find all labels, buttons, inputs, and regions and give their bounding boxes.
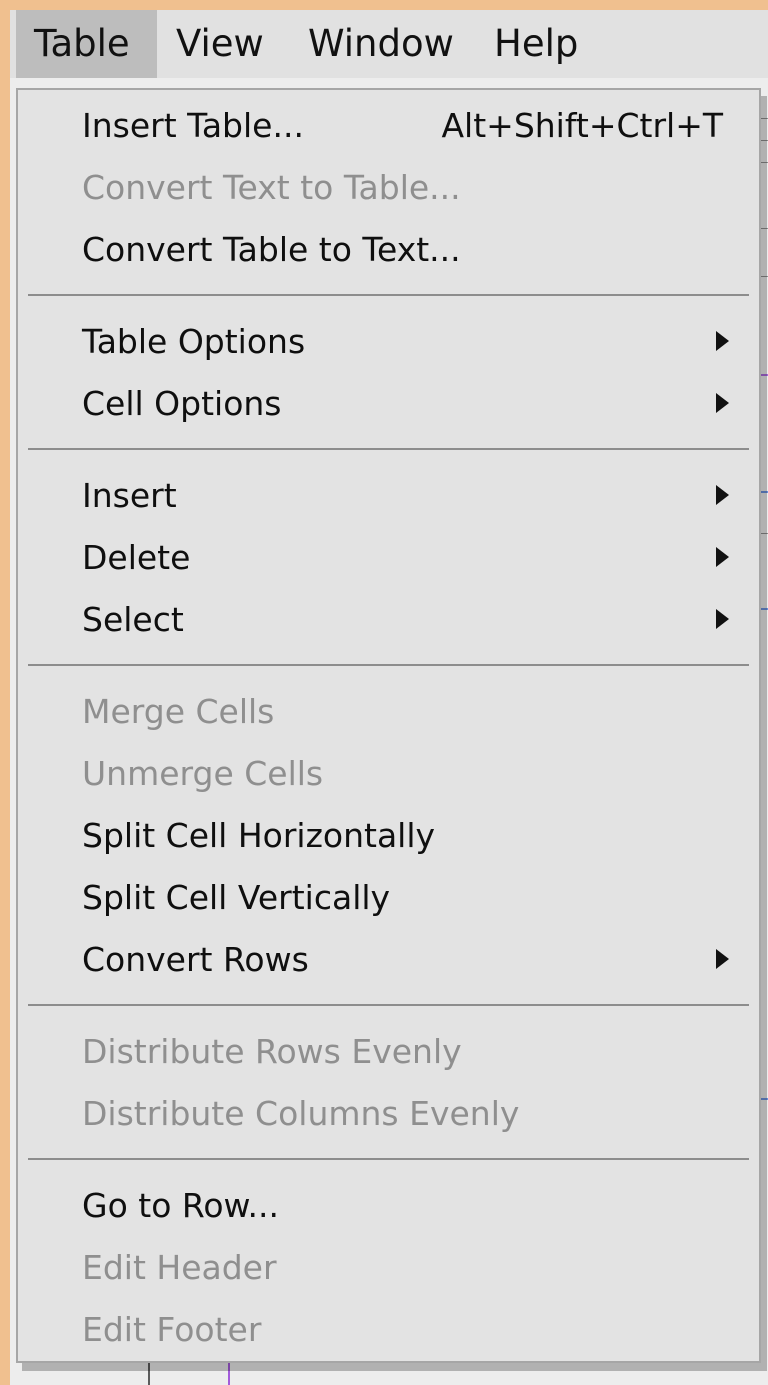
menu-item-convert-text-to-table[interactable]: Convert Text to Table... xyxy=(18,156,759,218)
menu-separator xyxy=(18,650,759,680)
menubar-item-table[interactable]: Table xyxy=(16,10,157,78)
app-window: Table View Window Help Insert Table... A… xyxy=(10,10,768,1385)
menu-item-label: Delete xyxy=(82,537,191,577)
menu-item-convert-rows[interactable]: Convert Rows xyxy=(18,928,759,990)
menu-item-unmerge-cells[interactable]: Unmerge Cells xyxy=(18,742,759,804)
menu-item-insert[interactable]: Insert xyxy=(18,464,759,526)
menu-separator xyxy=(18,990,759,1020)
menu-item-go-to-row[interactable]: Go to Row... xyxy=(18,1174,759,1236)
menu-item-label: Edit Footer xyxy=(82,1309,262,1349)
menu-item-shortcut: Alt+Shift+Ctrl+T xyxy=(441,105,723,145)
menu-item-merge-cells[interactable]: Merge Cells xyxy=(18,680,759,742)
menu-bar: Table View Window Help xyxy=(10,10,768,79)
submenu-arrow-icon xyxy=(716,949,729,969)
menu-separator xyxy=(18,280,759,310)
menu-group-3: Insert Delete Select xyxy=(18,464,759,650)
menu-item-label: Merge Cells xyxy=(82,691,275,731)
menu-item-label: Cell Options xyxy=(82,383,282,423)
menu-item-edit-footer[interactable]: Edit Footer xyxy=(18,1298,759,1360)
menu-item-edit-header[interactable]: Edit Header xyxy=(18,1236,759,1298)
menu-item-convert-table-to-text[interactable]: Convert Table to Text... xyxy=(18,218,759,280)
menu-group-1: Insert Table... Alt+Shift+Ctrl+T Convert… xyxy=(18,90,759,280)
submenu-arrow-icon xyxy=(716,609,729,629)
menu-item-label: Insert Table... xyxy=(82,105,304,145)
submenu-arrow-icon xyxy=(716,393,729,413)
menu-group-2: Table Options Cell Options xyxy=(18,310,759,434)
menu-item-delete[interactable]: Delete xyxy=(18,526,759,588)
menu-item-select[interactable]: Select xyxy=(18,588,759,650)
menu-item-table-options[interactable]: Table Options xyxy=(18,310,759,372)
menu-item-label: Convert Rows xyxy=(82,939,309,979)
menu-separator xyxy=(18,434,759,464)
menu-item-label: Table Options xyxy=(82,321,306,361)
menu-item-label: Edit Header xyxy=(82,1247,277,1287)
menu-item-label: Unmerge Cells xyxy=(82,753,324,793)
menu-item-label: Go to Row... xyxy=(82,1185,279,1225)
menu-item-cell-options[interactable]: Cell Options xyxy=(18,372,759,434)
menu-item-distribute-columns-evenly[interactable]: Distribute Columns Evenly xyxy=(18,1082,759,1144)
menu-group-4: Merge Cells Unmerge Cells Split Cell Hor… xyxy=(18,680,759,990)
submenu-arrow-icon xyxy=(716,331,729,351)
submenu-arrow-icon xyxy=(716,485,729,505)
background-bottom-purple-line xyxy=(228,1362,230,1385)
menu-item-insert-table[interactable]: Insert Table... Alt+Shift+Ctrl+T xyxy=(18,94,759,156)
menu-item-split-cell-horizontally[interactable]: Split Cell Horizontally xyxy=(18,804,759,866)
menu-item-split-cell-vertically[interactable]: Split Cell Vertically xyxy=(18,866,759,928)
menu-item-label: Convert Table to Text... xyxy=(82,229,461,269)
background-bottom-line xyxy=(148,1362,150,1385)
menu-item-label: Distribute Columns Evenly xyxy=(82,1093,520,1133)
table-dropdown-menu: Insert Table... Alt+Shift+Ctrl+T Convert… xyxy=(16,88,761,1363)
menubar-item-help[interactable]: Help xyxy=(476,10,584,78)
menu-item-label: Select xyxy=(82,599,184,639)
menubar-item-view[interactable]: View xyxy=(158,10,274,78)
menubar-item-window[interactable]: Window xyxy=(290,10,466,78)
menu-item-label: Split Cell Horizontally xyxy=(82,815,436,855)
menu-item-distribute-rows-evenly[interactable]: Distribute Rows Evenly xyxy=(18,1020,759,1082)
menu-separator xyxy=(18,1144,759,1174)
menu-item-label: Convert Text to Table... xyxy=(82,167,461,207)
menu-item-label: Distribute Rows Evenly xyxy=(82,1031,462,1071)
menu-group-5: Distribute Rows Evenly Distribute Column… xyxy=(18,1020,759,1144)
menu-group-6: Go to Row... Edit Header Edit Footer xyxy=(18,1174,759,1360)
submenu-arrow-icon xyxy=(716,547,729,567)
menu-item-label: Split Cell Vertically xyxy=(82,877,391,917)
menu-item-label: Insert xyxy=(82,475,177,515)
